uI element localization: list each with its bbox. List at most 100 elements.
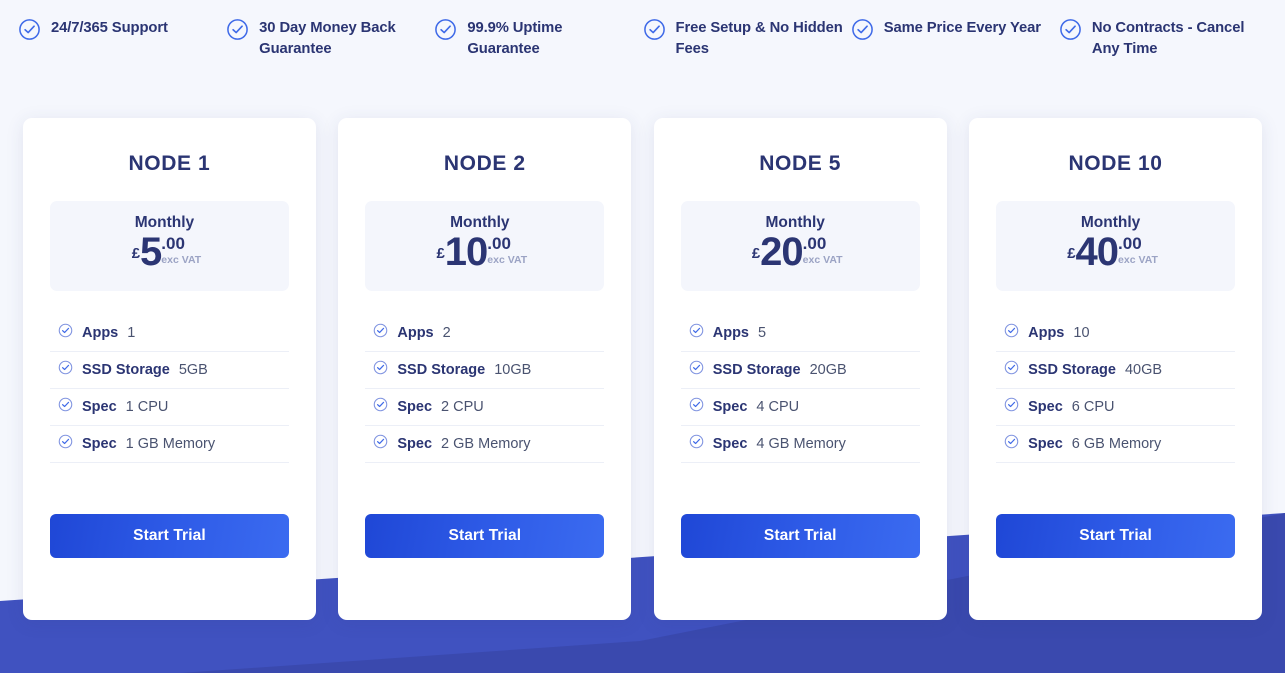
price-fraction-group: .00 exc VAT bbox=[803, 235, 843, 266]
feature-item: 24/7/365 Support bbox=[18, 18, 226, 46]
plan-feature-list: Apps 1 SSD Storage 5GB Spec 1 CPU Spec 1… bbox=[50, 315, 289, 463]
vat-note: exc VAT bbox=[161, 254, 202, 266]
price-amount: 40 bbox=[1075, 230, 1119, 274]
plan-title: NODE 2 bbox=[443, 152, 526, 175]
check-circle-icon bbox=[689, 323, 704, 342]
check-circle-icon bbox=[226, 18, 249, 46]
start-trial-button[interactable]: Start Trial bbox=[680, 514, 920, 558]
feature-value: 4 CPU bbox=[756, 398, 800, 415]
feature-value: 5GB bbox=[178, 361, 208, 378]
plan-title: NODE 1 bbox=[128, 152, 211, 175]
feature-label: Apps bbox=[712, 324, 749, 341]
feature-label: SSD Storage bbox=[712, 361, 801, 378]
feature-label: SSD Storage bbox=[1028, 361, 1116, 378]
feature-label: Spec bbox=[397, 435, 433, 452]
check-circle-icon bbox=[1004, 323, 1019, 342]
cta-wrap: Start Trial bbox=[680, 514, 920, 620]
list-item: Spec 1 CPU bbox=[50, 389, 289, 426]
list-item: Spec 2 CPU bbox=[365, 389, 605, 426]
feature-item: Free Setup & No Hidden Fees bbox=[643, 18, 851, 61]
feature-label: 24/7/365 Support bbox=[51, 20, 168, 36]
vat-note: exc VAT bbox=[487, 254, 528, 266]
feature-value: 6 GB Memory bbox=[1071, 435, 1162, 452]
feature-value: 1 bbox=[127, 324, 136, 341]
pricing-card: NODE 10 Monthly £ 40 .00 exc VAT Apps 10… bbox=[969, 118, 1262, 620]
feature-label: 99.9% Uptime Guarantee bbox=[467, 20, 563, 58]
check-circle-icon bbox=[58, 360, 73, 379]
feature-label: Spec bbox=[82, 398, 117, 415]
feature-value: 1 CPU bbox=[125, 398, 169, 415]
feature-label: Same Price Every Year bbox=[883, 20, 1041, 36]
check-circle-icon bbox=[1059, 18, 1082, 46]
feature-value: 2 GB Memory bbox=[441, 435, 531, 452]
list-item: Spec 2 GB Memory bbox=[365, 426, 605, 463]
price-box: Monthly £ 5 .00 exc VAT bbox=[50, 201, 289, 291]
price-box: Monthly £ 40 .00 exc VAT bbox=[996, 201, 1235, 291]
start-trial-button[interactable]: Start Trial bbox=[996, 514, 1235, 558]
feature-label: Spec bbox=[397, 398, 433, 415]
check-circle-icon bbox=[689, 397, 704, 416]
plan-feature-list: Apps 5 SSD Storage 20GB Spec 4 CPU Spec … bbox=[680, 315, 920, 463]
feature-label: 30 Day Money Back Guarantee bbox=[259, 20, 396, 58]
check-circle-icon bbox=[1004, 434, 1019, 453]
feature-label: Spec bbox=[1028, 398, 1063, 415]
price-amount: 10 bbox=[444, 230, 488, 274]
check-circle-icon bbox=[851, 18, 874, 46]
feature-label: Apps bbox=[82, 324, 119, 341]
feature-value: 6 CPU bbox=[1071, 398, 1115, 415]
feature-label: SSD Storage bbox=[397, 361, 486, 378]
check-circle-icon bbox=[1004, 360, 1019, 379]
start-trial-button[interactable]: Start Trial bbox=[50, 514, 289, 558]
pricing-cards: NODE 1 Monthly £ 5 .00 exc VAT Apps 1 SS… bbox=[0, 118, 1285, 620]
check-circle-icon bbox=[58, 397, 73, 416]
feature-bar: 24/7/365 Support 30 Day Money Back Guara… bbox=[0, 0, 1285, 118]
list-item: SSD Storage 5GB bbox=[50, 352, 289, 389]
list-item: Apps 2 bbox=[365, 315, 605, 352]
feature-label: Spec bbox=[712, 435, 748, 452]
check-circle-icon bbox=[689, 360, 704, 379]
currency-symbol: £ bbox=[1067, 245, 1076, 262]
feature-value: 5 bbox=[758, 324, 767, 341]
currency-symbol: £ bbox=[131, 245, 141, 262]
currency-symbol: £ bbox=[436, 245, 445, 262]
feature-value: 4 GB Memory bbox=[756, 435, 846, 452]
price-fraction-group: .00 exc VAT bbox=[161, 235, 201, 266]
cta-wrap: Start Trial bbox=[996, 514, 1235, 620]
feature-label: No Contracts - Cancel Any Time bbox=[1091, 20, 1245, 58]
check-circle-icon bbox=[58, 323, 73, 342]
feature-item: 30 Day Money Back Guarantee bbox=[226, 18, 434, 61]
list-item: Apps 5 bbox=[680, 315, 920, 352]
check-circle-icon bbox=[58, 434, 73, 453]
price-line: £ 10 .00 exc VAT bbox=[365, 230, 588, 274]
pricing-card: NODE 2 Monthly £ 10 .00 exc VAT Apps 2 S… bbox=[338, 118, 632, 620]
feature-label: Free Setup & No Hidden Fees bbox=[675, 20, 843, 58]
plan-title: NODE 10 bbox=[1068, 152, 1163, 175]
list-item: Spec 6 GB Memory bbox=[996, 426, 1235, 463]
feature-item: Same Price Every Year bbox=[851, 18, 1059, 46]
check-circle-icon bbox=[373, 323, 388, 342]
price-fraction-group: .00 exc VAT bbox=[487, 235, 527, 266]
vat-note: exc VAT bbox=[802, 254, 843, 266]
list-item: SSD Storage 10GB bbox=[365, 352, 605, 389]
feature-value: 2 bbox=[442, 324, 451, 341]
price-cents: .00 bbox=[802, 234, 827, 253]
pricing-card: NODE 5 Monthly £ 20 .00 exc VAT Apps 5 S… bbox=[653, 118, 947, 620]
feature-label: Spec bbox=[82, 435, 117, 452]
start-trial-button[interactable]: Start Trial bbox=[365, 514, 605, 558]
list-item: SSD Storage 20GB bbox=[680, 352, 920, 389]
feature-label: Apps bbox=[1028, 324, 1065, 341]
check-circle-icon bbox=[373, 434, 388, 453]
check-circle-icon bbox=[434, 18, 457, 46]
list-item: SSD Storage 40GB bbox=[996, 352, 1235, 389]
plan-feature-list: Apps 2 SSD Storage 10GB Spec 2 CPU Spec … bbox=[365, 315, 605, 463]
price-amount: 20 bbox=[760, 230, 803, 274]
price-line: £ 40 .00 exc VAT bbox=[996, 230, 1219, 274]
check-circle-icon bbox=[689, 434, 704, 453]
price-cents: .00 bbox=[1118, 234, 1142, 253]
list-item: Spec 1 GB Memory bbox=[50, 426, 289, 463]
list-item: Apps 10 bbox=[996, 315, 1235, 352]
cta-wrap: Start Trial bbox=[365, 514, 605, 620]
check-circle-icon bbox=[373, 397, 388, 416]
feature-value: 40GB bbox=[1124, 361, 1163, 378]
feature-label: Spec bbox=[712, 398, 748, 415]
